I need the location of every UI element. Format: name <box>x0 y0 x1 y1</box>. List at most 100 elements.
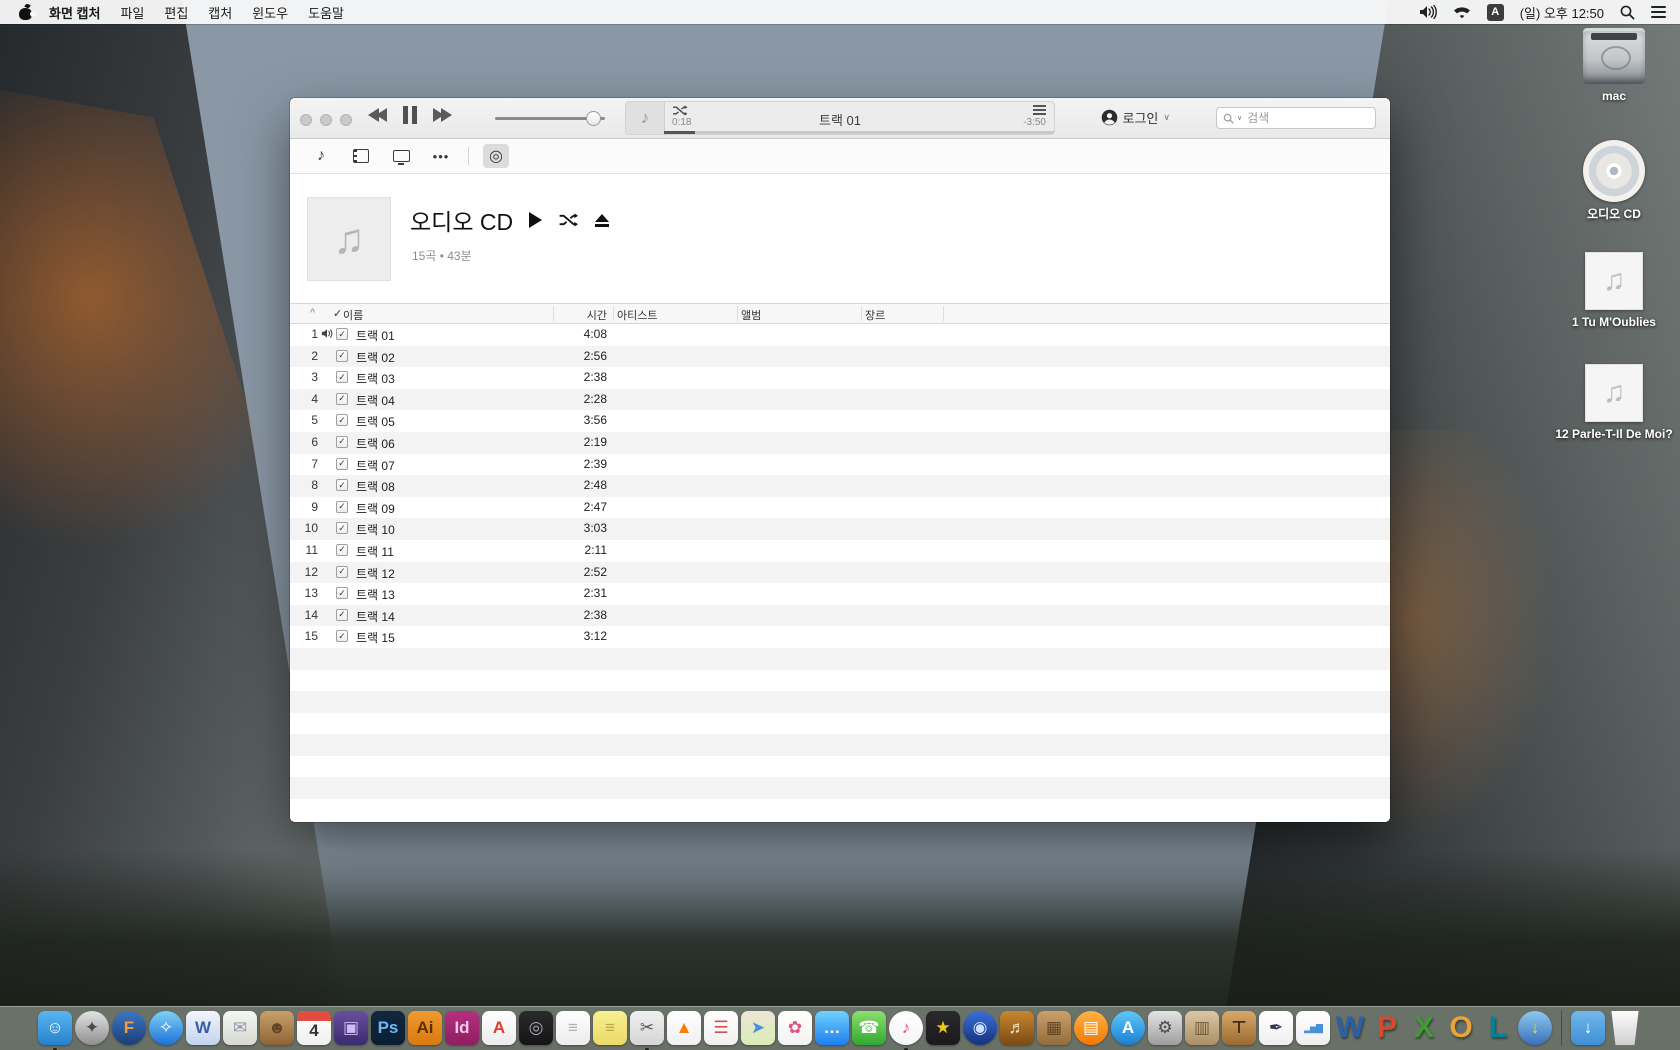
dock-finder-icon[interactable]: ☺ <box>38 1011 72 1045</box>
dock-trash-icon[interactable] <box>1608 1011 1642 1045</box>
minimize-button[interactable] <box>320 114 332 126</box>
up-next-icon[interactable] <box>1033 105 1046 115</box>
eject-button[interactable] <box>595 214 609 227</box>
progress-bar[interactable] <box>664 131 1054 134</box>
track-row[interactable]: 9✓트랙 092:47 <box>290 497 1390 519</box>
dock-stickies-icon[interactable]: ≡ <box>593 1011 627 1045</box>
next-button[interactable] <box>433 108 452 122</box>
desktop-icon-cd[interactable]: 오디오 CD <box>1554 140 1674 222</box>
play-album-button[interactable] <box>529 212 542 228</box>
dock-photo-box-icon[interactable]: ▦ <box>1037 1011 1071 1045</box>
track-checkbox[interactable]: ✓ <box>336 630 348 642</box>
spotlight-icon[interactable] <box>1620 5 1635 20</box>
track-checkbox[interactable]: ✓ <box>336 609 348 621</box>
dock-black-disc-app-icon[interactable]: ◎ <box>519 1011 553 1045</box>
track-checkbox[interactable]: ✓ <box>336 328 348 340</box>
more-media-icon[interactable]: ••• <box>428 144 454 168</box>
tv-shows-tab-icon[interactable] <box>388 144 414 168</box>
zoom-button[interactable] <box>340 114 352 126</box>
track-checkbox[interactable]: ✓ <box>336 436 348 448</box>
menu-item-편집[interactable]: 편집 <box>164 6 188 21</box>
dock-indesign-icon[interactable]: Id <box>445 1011 479 1045</box>
track-row[interactable]: 2✓트랙 022:56 <box>290 346 1390 368</box>
column-divider[interactable] <box>737 306 738 321</box>
pause-button[interactable] <box>403 106 417 124</box>
desktop-icon-hard-drive[interactable]: mac <box>1554 28 1674 104</box>
track-checkbox[interactable]: ✓ <box>336 393 348 405</box>
track-checkbox[interactable]: ✓ <box>336 414 348 426</box>
dock-downloads-folder-icon[interactable]: ↓ <box>1571 1011 1605 1045</box>
menu-item-파일[interactable]: 파일 <box>120 6 144 21</box>
dock-ibooks-icon[interactable]: ▤ <box>1074 1011 1108 1045</box>
track-checkbox[interactable]: ✓ <box>336 371 348 383</box>
movies-tab-icon[interactable] <box>348 144 374 168</box>
dock-launchpad-icon[interactable]: ✦ <box>75 1011 109 1045</box>
dock-keynote-icon[interactable]: ⊤ <box>1222 1011 1256 1045</box>
dock-ms-powerpoint-icon[interactable]: P <box>1370 1011 1404 1045</box>
track-checkbox[interactable]: ✓ <box>336 587 348 599</box>
column-album[interactable]: 앨범 <box>741 307 761 323</box>
column-time[interactable]: 시간 <box>545 307 607 323</box>
wifi-icon[interactable] <box>1453 6 1471 19</box>
desktop-icon-music-file[interactable]: ♫1 Tu M'Oublies <box>1554 252 1674 330</box>
track-row[interactable]: 1✓트랙 014:08 <box>290 324 1390 346</box>
track-row[interactable]: 7✓트랙 072:39 <box>290 454 1390 476</box>
login-button[interactable]: 로그인 ∨ <box>1101 108 1170 127</box>
track-row[interactable]: 8✓트랙 082:48 <box>290 475 1390 497</box>
dock-vlc-icon[interactable]: ▲ <box>667 1011 701 1045</box>
track-checkbox[interactable]: ✓ <box>336 479 348 491</box>
dock-ms-word-icon[interactable]: W <box>1333 1011 1367 1045</box>
dock-textedit-icon[interactable]: ≡ <box>556 1011 590 1045</box>
column-name[interactable]: 이름 <box>343 307 363 323</box>
column-divider[interactable] <box>943 306 944 321</box>
dock-app-store-icon[interactable]: A <box>1111 1011 1145 1045</box>
search-scope-chevron-icon[interactable]: ∨ <box>1237 114 1242 122</box>
column-divider[interactable] <box>861 306 862 321</box>
dock-mail-icon[interactable]: ✉ <box>223 1011 257 1045</box>
column-divider[interactable] <box>553 306 554 321</box>
track-row[interactable]: 15✓트랙 153:12 <box>290 626 1390 648</box>
dock-downloader-app-icon[interactable]: ↓ <box>1518 1011 1552 1045</box>
track-row[interactable]: 6✓트랙 062:19 <box>290 432 1390 454</box>
dock-itunes-icon[interactable]: ♪ <box>889 1011 923 1045</box>
dock-imovie-icon[interactable]: ★ <box>926 1011 960 1045</box>
dock-w-blue-app-icon[interactable]: W <box>186 1011 220 1045</box>
dock-pages-icon[interactable]: ✒ <box>1259 1011 1293 1045</box>
track-checkbox[interactable]: ✓ <box>336 501 348 513</box>
dock-facetime-icon[interactable]: ☎ <box>852 1011 886 1045</box>
menu-clock[interactable]: (일) 오후 12:50 <box>1520 3 1604 22</box>
track-row[interactable]: 4✓트랙 042:28 <box>290 389 1390 411</box>
search-input[interactable] <box>1245 110 1369 126</box>
volume-icon[interactable] <box>1419 5 1437 19</box>
track-checkbox[interactable]: ✓ <box>336 522 348 534</box>
track-row[interactable]: 12✓트랙 122:52 <box>290 562 1390 584</box>
dock-system-preferences-icon[interactable]: ⚙ <box>1148 1011 1182 1045</box>
dock-calendar-icon[interactable]: 4 <box>297 1011 331 1045</box>
track-row[interactable]: 5✓트랙 053:56 <box>290 410 1390 432</box>
column-checked[interactable]: ✓ <box>333 307 342 320</box>
column-artist[interactable]: 아티스트 <box>617 307 657 323</box>
dock-reminders-icon[interactable]: ☰ <box>704 1011 738 1045</box>
column-divider[interactable] <box>613 306 614 321</box>
dock-ms-outlook-icon[interactable]: O <box>1444 1011 1478 1045</box>
menu-item-도움말[interactable]: 도움말 <box>308 6 344 21</box>
shuffle-album-button[interactable] <box>558 213 579 227</box>
dock-firefox-icon[interactable]: F <box>112 1011 146 1045</box>
dock-messages-icon[interactable]: … <box>815 1011 849 1045</box>
audio-cd-tab-icon[interactable]: ◎ <box>483 144 509 168</box>
dock-safari-icon[interactable]: ✧ <box>149 1011 183 1045</box>
notification-center-icon[interactable] <box>1651 6 1666 18</box>
track-checkbox[interactable]: ✓ <box>336 566 348 578</box>
previous-button[interactable] <box>368 108 387 122</box>
dock-installer-app-icon[interactable]: ▥ <box>1185 1011 1219 1045</box>
sort-indicator[interactable]: ^ <box>310 307 315 319</box>
track-checkbox[interactable]: ✓ <box>336 458 348 470</box>
dock-acrobat-icon[interactable]: A <box>482 1011 516 1045</box>
input-source-icon[interactable]: A <box>1487 4 1504 21</box>
dock-dvd-player-icon[interactable]: ◉ <box>963 1011 997 1045</box>
track-row[interactable]: 13✓트랙 132:31 <box>290 583 1390 605</box>
dock-photos-icon[interactable]: ✿ <box>778 1011 812 1045</box>
dock-ms-excel-icon[interactable]: X <box>1407 1011 1441 1045</box>
track-checkbox[interactable]: ✓ <box>336 350 348 362</box>
menu-item-캡처[interactable]: 캡처 <box>208 6 232 21</box>
